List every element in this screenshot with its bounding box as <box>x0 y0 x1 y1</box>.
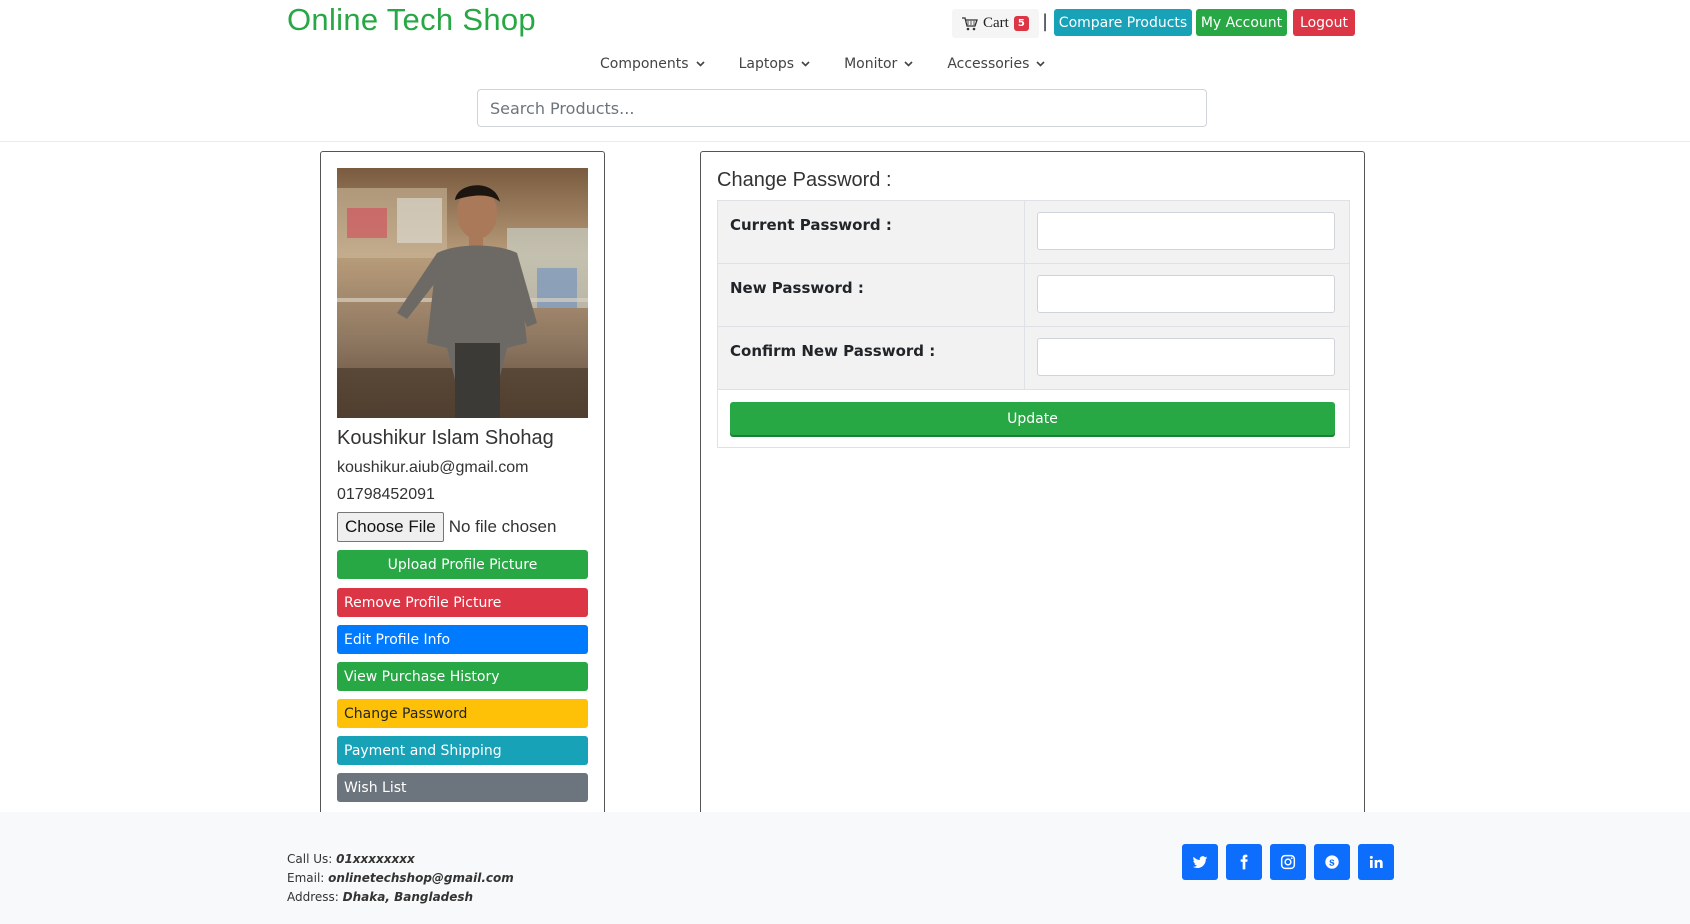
form-row: New Password : <box>718 264 1349 327</box>
site-logo[interactable]: Online Tech Shop <box>287 2 536 38</box>
chevron-down-icon <box>1036 61 1045 67</box>
profile-card: Koushikur Islam Shohag koushikur.aiub@gm… <box>320 151 605 819</box>
nav-item-label: Components <box>600 56 689 72</box>
linkedin-icon <box>1369 855 1383 868</box>
facebook-icon <box>1240 854 1248 870</box>
logout-button[interactable]: Logout <box>1293 9 1355 36</box>
confirm-password-label: Confirm New Password : <box>718 327 1025 389</box>
edit-profile-info-button[interactable]: Edit Profile Info <box>337 625 588 654</box>
view-purchase-history-button[interactable]: View Purchase History <box>337 662 588 691</box>
header-separator: | <box>1042 11 1049 32</box>
new-password-input[interactable] <box>1037 275 1335 313</box>
cart-button[interactable]: Cart 5 <box>952 9 1039 38</box>
chevron-down-icon <box>904 61 913 67</box>
nav-components[interactable]: Components <box>583 54 722 74</box>
call-value: 01xxxxxxxx <box>336 852 415 866</box>
password-form: Current Password : New Password : Confir… <box>717 200 1350 448</box>
profile-phone: 01798452091 <box>337 486 435 503</box>
profile-name: Koushikur Islam Shohag <box>337 427 554 449</box>
chevron-down-icon <box>696 61 705 67</box>
skype-icon <box>1325 855 1339 869</box>
cart-label: Cart <box>983 15 1009 31</box>
twitter-icon <box>1192 856 1208 869</box>
chevron-down-icon <box>801 61 810 67</box>
panel-title: Change Password : <box>717 169 892 191</box>
facebook-button[interactable] <box>1226 844 1262 880</box>
my-account-button[interactable]: My Account <box>1196 9 1287 36</box>
payment-and-shipping-button[interactable]: Payment and Shipping <box>337 736 588 765</box>
footer: Call Us: 01xxxxxxxx Email: onlinetechsho… <box>0 812 1690 924</box>
new-password-label: New Password : <box>718 264 1025 326</box>
current-password-input[interactable] <box>1037 212 1335 250</box>
instagram-button[interactable] <box>1270 844 1306 880</box>
email-value: onlinetechshop@gmail.com <box>328 871 514 885</box>
remove-profile-picture-button[interactable]: Remove Profile Picture <box>337 588 588 617</box>
social-links <box>1182 844 1394 880</box>
linkedin-button[interactable] <box>1358 844 1394 880</box>
twitter-button[interactable] <box>1182 844 1218 880</box>
form-row: Current Password : <box>718 201 1349 264</box>
profile-email: koushikur.aiub@gmail.com <box>337 459 529 476</box>
file-picker: Choose File No file chosen <box>337 512 556 542</box>
change-password-button[interactable]: Change Password <box>337 699 588 728</box>
nav-accessories[interactable]: Accessories <box>930 54 1062 74</box>
nav-monitor[interactable]: Monitor <box>827 54 930 74</box>
instagram-icon <box>1280 854 1296 870</box>
update-button[interactable]: Update <box>730 402 1335 435</box>
cart-count-badge: 5 <box>1013 16 1029 31</box>
shopping-cart-icon <box>962 16 978 30</box>
upload-profile-picture-button[interactable]: Upload Profile Picture <box>337 550 588 579</box>
form-row: Update <box>718 390 1349 447</box>
main-nav: Components Laptops Monitor Accessories <box>583 54 1062 74</box>
nav-item-label: Laptops <box>738 56 795 72</box>
file-status: No file chosen <box>448 517 557 536</box>
email-label: Email: <box>287 871 329 885</box>
skype-button[interactable] <box>1314 844 1350 880</box>
nav-item-label: Accessories <box>947 56 1030 72</box>
contact-info: Call Us: 01xxxxxxxx Email: onlinetechsho… <box>287 850 514 907</box>
current-password-label: Current Password : <box>718 201 1025 263</box>
change-password-panel: Change Password : Current Password : New… <box>700 151 1365 819</box>
address-label: Address: <box>287 890 343 904</box>
confirm-password-input[interactable] <box>1037 338 1335 376</box>
profile-photo <box>337 168 588 418</box>
wish-list-button[interactable]: Wish List <box>337 773 588 802</box>
choose-file-button[interactable]: Choose File <box>337 512 444 542</box>
header-divider <box>0 141 1690 142</box>
compare-products-button[interactable]: Compare Products <box>1054 9 1192 36</box>
call-label: Call Us: <box>287 852 337 866</box>
nav-laptops[interactable]: Laptops <box>722 54 828 74</box>
search-input[interactable] <box>477 89 1207 127</box>
form-row: Confirm New Password : <box>718 327 1349 390</box>
nav-item-label: Monitor <box>844 56 898 72</box>
address-value: Dhaka, Bangladesh <box>342 890 474 904</box>
